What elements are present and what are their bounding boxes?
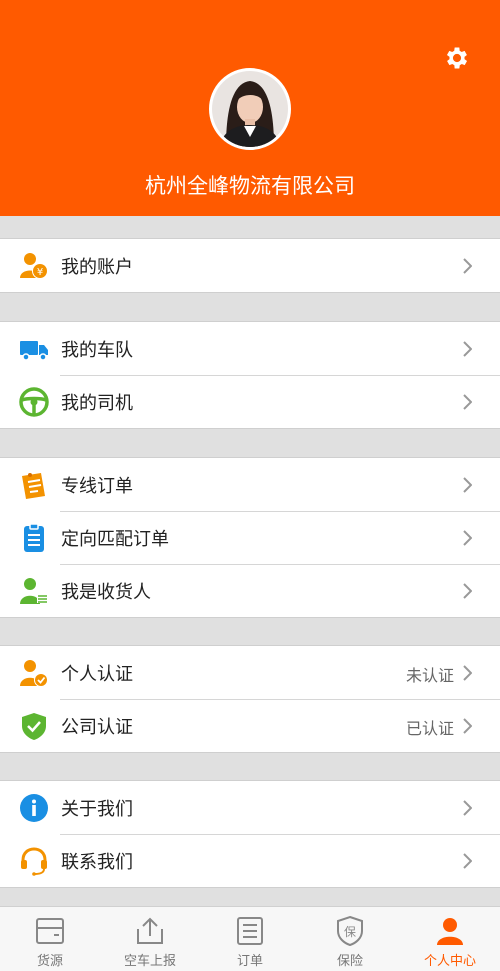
chevron-right-icon bbox=[463, 718, 472, 734]
account-wallet-icon: ¥ bbox=[20, 253, 48, 279]
tab-label: 空车上报 bbox=[123, 954, 176, 969]
menu-label: 我的账户 bbox=[61, 257, 133, 278]
chevron-right-icon bbox=[463, 394, 472, 410]
menu-label: 专线订单 bbox=[61, 476, 133, 497]
insurance-shield-icon: 保 bbox=[337, 915, 363, 947]
tab-label: 货源 bbox=[36, 954, 63, 969]
menu-item-company-auth[interactable]: 公司认证 已认证 bbox=[0, 699, 500, 752]
tab-cargo[interactable]: 货源 bbox=[0, 907, 100, 971]
tab-empty-truck-report[interactable]: 空车上报 bbox=[100, 907, 200, 971]
menu-item-contact-us[interactable]: 联系我们 bbox=[0, 834, 500, 887]
menu-item-personal-auth[interactable]: 个人认证 未认证 bbox=[0, 646, 500, 699]
order-list-icon bbox=[237, 917, 263, 945]
menu-item-line-orders[interactable]: 专线订单 bbox=[0, 458, 500, 511]
menu-item-consignee[interactable]: 我是收货人 bbox=[0, 564, 500, 617]
menu-label: 联系我们 bbox=[61, 852, 133, 873]
svg-text:保: 保 bbox=[344, 925, 356, 939]
menu-item-my-fleet[interactable]: 我的车队 bbox=[0, 322, 500, 375]
upload-icon bbox=[137, 917, 163, 944]
truck-icon bbox=[20, 341, 48, 361]
account-group: ¥ 我的账户 bbox=[0, 238, 500, 293]
shield-check-icon bbox=[22, 713, 46, 740]
verification-group: 个人认证 未认证 公司认证 已认证 bbox=[0, 645, 500, 753]
status-text: 未认证 bbox=[405, 666, 454, 685]
menu-label: 公司认证 bbox=[61, 717, 133, 738]
tab-label: 订单 bbox=[236, 954, 263, 969]
tab-label: 保险 bbox=[336, 954, 363, 969]
svg-text:¥: ¥ bbox=[37, 267, 43, 278]
tab-personal-center[interactable]: 个人中心 bbox=[400, 907, 500, 971]
menu-label: 个人认证 bbox=[61, 664, 133, 685]
orders-group: 专线订单 定向匹配订单 我是收货人 bbox=[0, 457, 500, 618]
steering-wheel-icon bbox=[19, 387, 49, 417]
chevron-right-icon bbox=[463, 853, 472, 869]
menu-label: 我的车队 bbox=[61, 340, 133, 361]
company-name: 杭州全峰物流有限公司 bbox=[145, 174, 355, 198]
tab-orders[interactable]: 订单 bbox=[200, 907, 300, 971]
clipboard-icon bbox=[24, 523, 44, 552]
info-icon bbox=[20, 794, 48, 822]
about-group: 关于我们 联系我们 bbox=[0, 780, 500, 888]
status-text: 已认证 bbox=[405, 719, 454, 738]
chevron-right-icon bbox=[463, 583, 472, 599]
consignee-user-icon bbox=[20, 578, 48, 604]
menu-label: 关于我们 bbox=[61, 799, 133, 820]
note-pad-icon bbox=[22, 473, 45, 499]
settings-gear-icon[interactable] bbox=[443, 44, 471, 72]
menu-item-about-us[interactable]: 关于我们 bbox=[0, 781, 500, 834]
chevron-right-icon bbox=[463, 800, 472, 816]
fleet-group: 我的车队 我的司机 bbox=[0, 321, 500, 429]
chevron-right-icon bbox=[463, 477, 472, 493]
chevron-right-icon bbox=[463, 530, 472, 546]
personal-verify-icon bbox=[20, 660, 48, 687]
menu-label: 我的司机 bbox=[61, 393, 133, 414]
menu-item-my-drivers[interactable]: 我的司机 bbox=[0, 375, 500, 428]
avatar[interactable] bbox=[209, 68, 291, 150]
chevron-right-icon bbox=[463, 665, 472, 681]
cargo-icon bbox=[36, 918, 64, 944]
tab-insurance[interactable]: 保 保险 bbox=[300, 907, 400, 971]
menu-label: 我是收货人 bbox=[61, 582, 151, 603]
profile-header: 杭州全峰物流有限公司 bbox=[0, 0, 500, 216]
chevron-right-icon bbox=[463, 258, 472, 274]
menu-item-directed-orders[interactable]: 定向匹配订单 bbox=[0, 511, 500, 564]
person-icon bbox=[437, 918, 463, 945]
chevron-right-icon bbox=[463, 341, 472, 357]
avatar-portrait-icon bbox=[212, 71, 288, 147]
tab-label: 个人中心 bbox=[423, 954, 476, 969]
menu-item-my-account[interactable]: ¥ 我的账户 bbox=[0, 239, 500, 292]
headset-icon bbox=[21, 847, 47, 876]
bottom-tab-bar: 货源 空车上报 订单 保 保险 个人中心 bbox=[0, 906, 500, 971]
menu-label: 定向匹配订单 bbox=[61, 529, 169, 550]
